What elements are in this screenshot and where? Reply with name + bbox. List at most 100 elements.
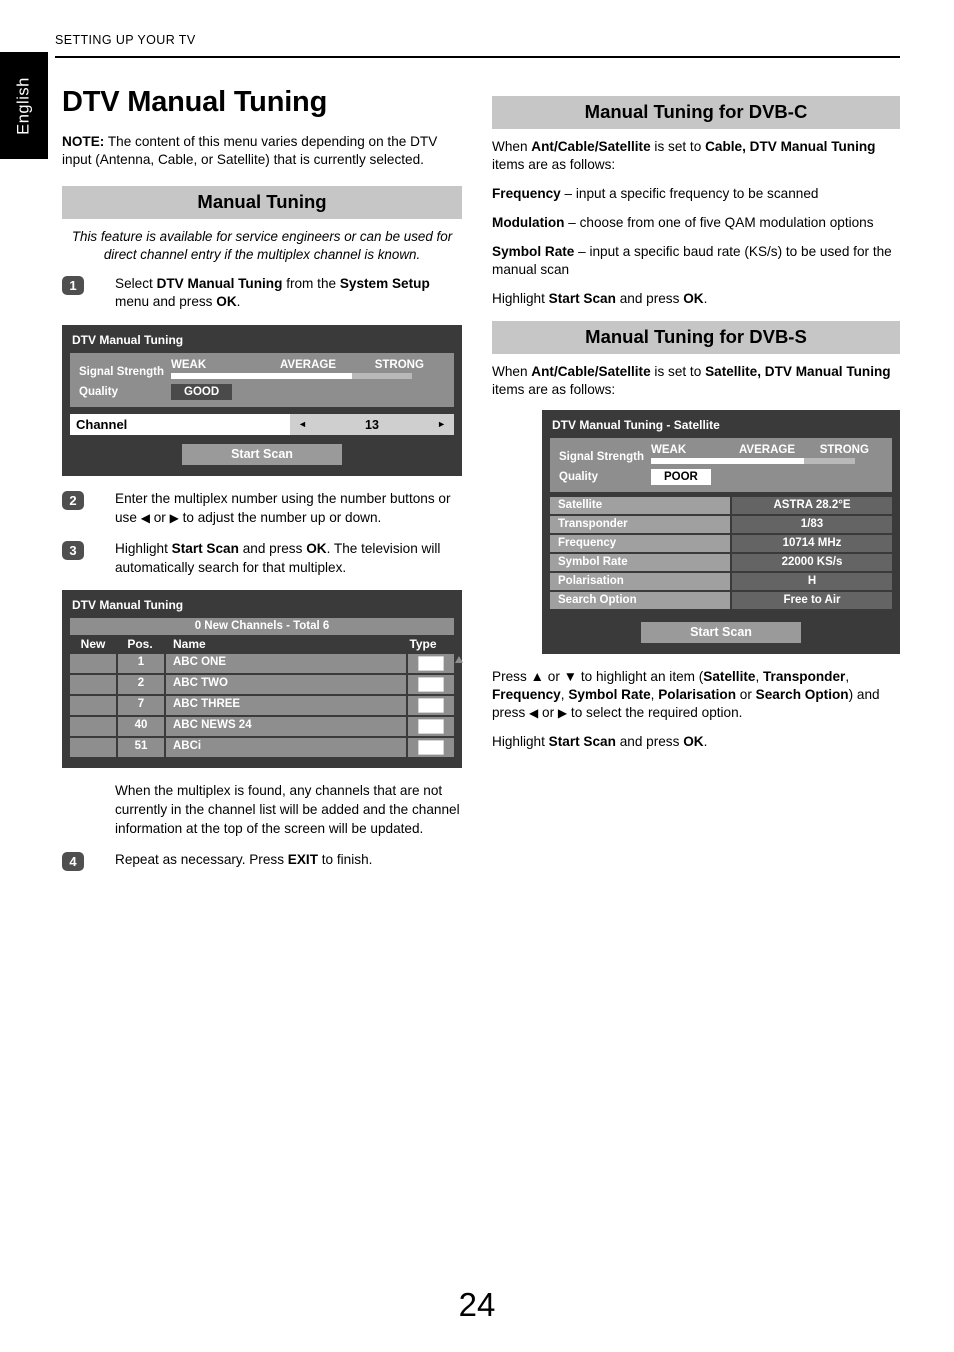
note-text: The content of this menu varies dependin… (62, 134, 438, 168)
press-part-8: , (845, 668, 850, 684)
scale-average: AVERAGE (279, 359, 336, 372)
dvbc-item-frequency: Frequency – input a specific frequency t… (492, 185, 900, 203)
press-part-18: or (538, 704, 558, 720)
dvbs-intro-part-2: is set to (650, 363, 706, 379)
dvbc-highlight-line: Highlight Start Scan and press OK. (492, 290, 900, 308)
step-1-part-6: . (236, 294, 241, 310)
scale-weak: WEAK (651, 443, 687, 456)
cell-name: ABC TWO (166, 675, 406, 695)
signal-strength-fill (651, 457, 805, 464)
signal-strength-meter: WEAK AVERAGE STRONG (171, 359, 445, 380)
tv-icon (418, 740, 444, 756)
press-term-search-option: Search Option (755, 686, 849, 702)
dvbc-term-symbol-rate: Symbol Rate (492, 244, 575, 260)
step-4-text: Repeat as necessary. Press EXIT to finis… (115, 851, 462, 870)
setting-value-frequency[interactable]: 10714 MHz (732, 534, 892, 552)
cell-pos: 1 (118, 654, 164, 674)
dvbc-intro: When Ant/Cable/Satellite is set to Cable… (492, 138, 900, 174)
language-tab-label: English (14, 76, 33, 135)
press-term-polarisation: Polarisation (658, 686, 737, 702)
osd-satellite-signal-panel: Signal Strength WEAK AVERAGE STRONG Qual… (550, 437, 892, 492)
dvbc-intro-part-1: Ant/Cable/Satellite (531, 139, 651, 154)
signal-strength-label: Signal Strength (79, 366, 164, 379)
quality-label: Quality (559, 470, 598, 483)
scroll-up-indicator-icon[interactable] (455, 656, 463, 664)
signal-strength-bar (171, 373, 413, 380)
osd-channel-list-title: DTV Manual Tuning (72, 598, 184, 613)
after-table-paragraph: When the multiplex is found, any channel… (115, 783, 460, 836)
list-item[interactable]: Symbol Rate 22000 KS/s (550, 553, 892, 571)
signal-scale: WEAK AVERAGE STRONG (171, 359, 445, 373)
list-item[interactable]: Transponder 1/83 (550, 515, 892, 533)
note-paragraph: NOTE: The content of this menu varies de… (62, 133, 462, 169)
table-row[interactable]: 7 ABC THREE (70, 696, 454, 716)
table-row[interactable]: 2 ABC TWO (70, 675, 454, 695)
manual-tuning-intro: This feature is available for service en… (71, 229, 453, 262)
osd-signal-panel: Signal Strength WEAK AVERAGE STRONG Qual… (70, 353, 454, 408)
dvbs-highlight-part-4: . (703, 733, 708, 749)
dvbc-highlight-part-0: Highlight (492, 291, 549, 307)
cell-name: ABC ONE (166, 654, 406, 674)
list-item[interactable]: Frequency 10714 MHz (550, 534, 892, 552)
dvbc-intro-part-4: items are as follows: (492, 157, 616, 173)
step-1-text: Select DTV Manual Tuning from the System… (115, 275, 462, 312)
setting-label-search-option: Search Option (550, 591, 730, 609)
left-arrow-icon: ◀ (529, 705, 539, 720)
step-4-part-1: EXIT (287, 852, 318, 868)
right-arrow-icon[interactable]: ► (437, 420, 446, 429)
setting-value-search-option[interactable]: Free to Air (732, 591, 892, 609)
list-item[interactable]: Polarisation H (550, 572, 892, 590)
quality-row: Quality POOR (559, 468, 883, 485)
table-row[interactable]: 1 ABC ONE (70, 654, 454, 674)
note-label: NOTE: (62, 134, 105, 149)
tv-icon (418, 719, 444, 735)
column-header-type: Type (409, 637, 437, 652)
list-item[interactable]: Search Option Free to Air (550, 591, 892, 609)
cell-type (408, 717, 454, 737)
start-scan-button[interactable]: Start Scan (641, 621, 801, 643)
running-head: SETTING UP YOUR TV (55, 33, 196, 47)
cell-pos: 2 (118, 675, 164, 695)
step-2: 2 Enter the multiplex number using the n… (62, 490, 462, 527)
quality-label: Quality (79, 386, 118, 399)
section-band-dvbs: Manual Tuning for DVB-S (492, 320, 900, 354)
cell-pos: 7 (118, 696, 164, 716)
dvbs-highlight-part-1: Start Scan (548, 733, 616, 749)
osd-title: DTV Manual Tuning (72, 333, 184, 348)
channel-table-header: New Pos. Name Type (70, 635, 454, 654)
press-term-transponder: Transponder (763, 668, 846, 684)
setting-value-symbol-rate[interactable]: 22000 KS/s (732, 553, 892, 571)
left-arrow-icon[interactable]: ◄ (298, 420, 307, 429)
table-row[interactable]: 51 ABCi (70, 738, 454, 758)
setting-label-satellite: Satellite (550, 496, 730, 514)
dvbc-intro-part-0: When (492, 139, 532, 154)
channel-table-body: 1 ABC ONE 2 ABC TWO 7 ABC THREE 40 ABC N… (70, 654, 463, 758)
tv-icon (418, 677, 444, 693)
step-3-part-1: Start Scan (171, 541, 239, 557)
scale-weak: WEAK (171, 359, 207, 372)
up-arrow-icon: ▲ (530, 668, 544, 684)
press-part-6: , (755, 668, 763, 684)
step-1-number: 1 (62, 275, 84, 295)
column-header-pos: Pos. (127, 637, 153, 652)
channel-value: 13 (365, 417, 379, 432)
setting-value-polarisation[interactable]: H (732, 572, 892, 590)
list-item[interactable]: Satellite ASTRA 28.2°E (550, 496, 892, 514)
dvbs-intro-part-1: Ant/Cable/Satellite (531, 363, 651, 379)
step-1-part-1: DTV Manual Tuning (156, 275, 283, 291)
step-2-part-2: or (149, 509, 170, 525)
step-1: 1 Select DTV Manual Tuning from the Syst… (62, 275, 462, 312)
setting-value-transponder[interactable]: 1/83 (732, 515, 892, 533)
channel-value-stepper[interactable]: ◄ 13 ► (290, 414, 454, 436)
dvbc-item-modulation: Modulation – choose from one of five QAM… (492, 214, 900, 232)
osd-channel-list: DTV Manual Tuning 0 New Channels - Total… (62, 590, 463, 769)
dvbc-highlight-part-3: OK (683, 291, 704, 307)
channel-selector-row[interactable]: Channel ◄ 13 ► (70, 414, 454, 436)
cell-new (70, 696, 116, 716)
table-row[interactable]: 40 ABC NEWS 24 (70, 717, 454, 737)
step-4-part-2: to finish. (318, 852, 373, 868)
setting-value-satellite[interactable]: ASTRA 28.2°E (732, 496, 892, 514)
quality-badge: GOOD (171, 384, 233, 401)
start-scan-button[interactable]: Start Scan (182, 444, 342, 466)
header-divider (55, 56, 900, 58)
